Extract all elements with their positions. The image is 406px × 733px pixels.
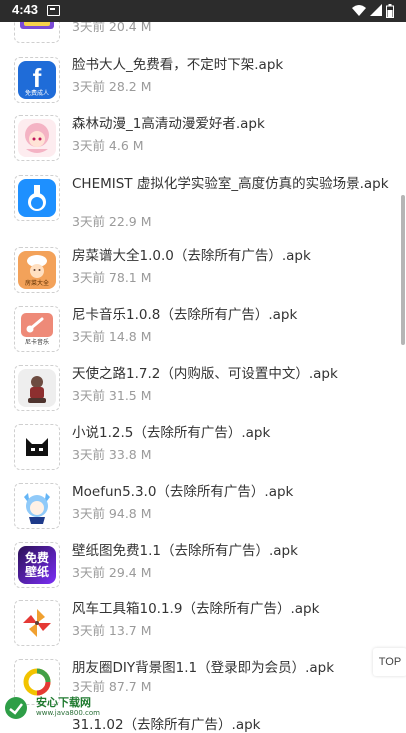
anime-girl-app-icon [14,115,60,161]
wallpaper-app-icon: 免费 壁纸 [14,542,60,588]
moe-girl-app-icon [14,483,60,529]
scrollbar[interactable] [401,195,405,345]
battery-icon [386,4,394,18]
list-item[interactable]: 小说1.2.5（去除所有广告）.apk 3天前 33.8 M [0,422,400,480]
item-title: 房菜谱大全1.0.0（去除所有广告）.apk [72,248,311,264]
item-meta: 3天前 94.8 M [72,506,152,521]
icon-caption: 房菜大全 [24,280,49,287]
cat-face-app-icon [14,424,60,470]
item-meta: 3天前 31.5 M [72,388,152,403]
item-title: 朋友圈DIY背景图1.1（登录即为会员）.apk [72,660,335,676]
facebook-app-icon: f 免费成人 [14,57,60,103]
site-watermark: 安心下载网 www.java800.com [2,694,112,722]
item-title: 脸书大人_免费看，不定时下架.apk [72,57,284,73]
item-title: 壁纸图免费1.1（去除所有广告）.apk [72,543,298,559]
pinwheel-app-icon [14,600,60,646]
notification-icon [47,5,60,16]
back-to-top-button[interactable]: TOP [373,648,406,676]
chef-app-icon: 房菜大全 [14,247,60,293]
list-item[interactable]: Moefun5.3.0（去除所有广告）.apk 3天前 94.8 M [0,481,400,539]
watermark-logo-icon [5,697,27,719]
icon-caption-line1: 免费 [24,551,49,565]
list-item[interactable]: 房菜大全 房菜谱大全1.0.0（去除所有广告）.apk 3天前 78.1 M [0,245,400,303]
list-item[interactable]: 森林动漫_1高清动漫爱好者.apk 3天前 4.6 M [0,113,400,171]
item-meta: 3天前 29.4 M [72,565,152,580]
icon-caption-line2: 壁纸 [24,565,49,579]
list-item[interactable]: f 免费成人 脸书大人_免费看，不定时下架.apk 3天前 28.2 M [0,54,400,112]
flask-app-icon [14,175,60,221]
item-meta: 3天前 22.9 M [72,214,152,229]
list-item[interactable]: CHEMIST 虚拟化学实验室_高度仿真的实验场景.apk 3天前 22.9 M [0,175,400,233]
item-title: 小说1.2.5（去除所有广告）.apk [72,425,271,441]
item-title: 天使之路1.7.2（内购版、可设置中文）.apk [72,366,338,382]
watermark-name: 安心下载网 [36,696,91,709]
item-meta: 3天前 28.2 M [72,79,152,94]
list-item[interactable]: 风车工具箱10.1.9（去除所有广告）.apk 3天前 13.7 M [0,598,400,656]
status-time: 4:43 [12,2,39,17]
wifi-icon [352,5,366,16]
item-title: Moefun5.3.0（去除所有广告）.apk [72,484,294,500]
game-character-app-icon [14,365,60,411]
list-item[interactable]: 免费 壁纸 壁纸图免费1.1（去除所有广告）.apk 3天前 29.4 M [0,540,400,598]
item-title: CHEMIST 虚拟化学实验室_高度仿真的实验场景.apk [72,176,389,192]
list-item[interactable]: 天使之路1.7.2（内购版、可设置中文）.apk 3天前 31.5 M [0,363,400,421]
svg-text:f: f [33,63,42,90]
item-meta: 3天前 33.8 M [72,447,152,462]
status-bar: 4:43 [0,0,406,22]
signal-icon [370,4,382,16]
icon-caption: 免费成人 [24,90,49,97]
item-title: 森林动漫_1高清动漫爱好者.apk [72,116,265,132]
item-meta: 3天前 13.7 M [72,623,152,638]
icon-caption: 尼卡音乐 [24,339,49,346]
watermark-url: www.java800.com [36,709,100,717]
item-meta: 3天前 87.7 M [72,679,152,694]
item-meta: 3天前 14.8 M [72,329,152,344]
list-item[interactable]: 尼卡音乐 尼卡音乐1.0.8（去除所有广告）.apk 3天前 14.8 M [0,304,400,362]
item-title: 风车工具箱10.1.9（去除所有广告）.apk [72,601,320,617]
item-meta: 3天前 4.6 M [72,138,144,153]
item-title: 尼卡音乐1.0.8（去除所有广告）.apk [72,307,298,323]
music-app-icon: 尼卡音乐 [14,306,60,352]
item-meta: 3天前 78.1 M [72,270,152,285]
